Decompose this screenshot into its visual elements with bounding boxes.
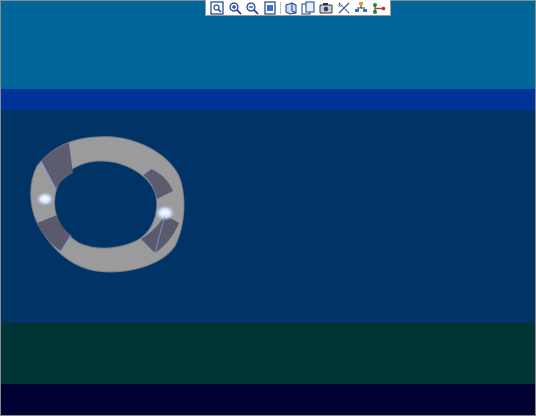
camera-button[interactable] [317, 0, 335, 15]
view-orientation-icon [285, 1, 297, 15]
copy-view-icon [301, 1, 315, 14]
ring-highlight-right [155, 205, 175, 221]
camera-icon [319, 2, 333, 13]
connector-button[interactable] [370, 0, 388, 15]
tree-icon [355, 1, 368, 12]
zoom-in-button[interactable] [226, 0, 244, 15]
toolbar-separator [279, 1, 281, 14]
ring-highlight-left [36, 192, 54, 206]
zoom-to-fit-button[interactable] [208, 0, 226, 15]
connector-icon [373, 2, 386, 14]
zoom-to-fit-icon [210, 0, 224, 15]
view-orientation-button[interactable] [282, 0, 300, 15]
measure-button[interactable]: x [335, 0, 353, 15]
page-setup-button[interactable] [261, 0, 279, 15]
tree-button[interactable] [353, 0, 371, 15]
zoom-out-icon [246, 1, 259, 15]
ring-model[interactable] [1, 1, 535, 415]
view-toolbar: x [205, 0, 391, 16]
zoom-in-icon [228, 1, 242, 15]
3d-viewport[interactable] [0, 0, 536, 416]
zoom-out-button[interactable] [243, 0, 261, 15]
svg-text:x: x [338, 3, 341, 9]
copy-view-button[interactable] [300, 0, 318, 15]
page-setup-icon [264, 0, 276, 15]
measure-icon: x [338, 2, 350, 13]
